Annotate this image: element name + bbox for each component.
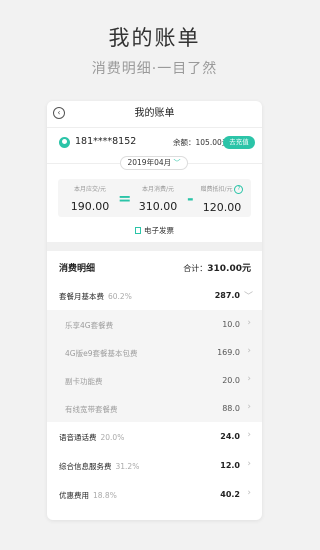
consumption-value: 310.00 bbox=[138, 200, 178, 213]
item-pct: 20.0% bbox=[100, 433, 125, 442]
deduction-block: 赠费抵扣/元 ? 120.00 bbox=[194, 184, 250, 214]
phone-number: 181****8152 bbox=[75, 136, 137, 147]
sub-item[interactable]: 有线宽带套餐费 88.0 › bbox=[47, 394, 262, 422]
back-circle-icon[interactable]: ‹ bbox=[53, 107, 65, 119]
item-name: 套餐月基本费 bbox=[59, 292, 104, 301]
hero-title: 我的账单 bbox=[108, 26, 201, 50]
sub-item-amount: 10.0 bbox=[222, 320, 240, 329]
month-label: 2019年04月 bbox=[127, 158, 172, 167]
chevron-right-icon: › bbox=[247, 402, 251, 412]
item-name: 语音通话费 bbox=[59, 433, 97, 442]
item-amount: 287.0 bbox=[214, 291, 240, 300]
help-icon[interactable]: ? bbox=[234, 185, 244, 194]
payable-label: 本月应交/元 bbox=[73, 186, 107, 193]
sub-item-amount: 169.0 bbox=[217, 348, 240, 357]
chevron-right-icon: › bbox=[247, 459, 251, 469]
chevron-down-icon: ﹀ bbox=[243, 292, 253, 302]
sub-item-name: 4G版e9套餐基本包费 bbox=[65, 349, 138, 358]
invoice-icon bbox=[135, 227, 141, 234]
detail-list: 套餐月基本费 60.2% 287.0 ﹀ 乐享4G套餐费 10.0 › 4G版e9… bbox=[47, 281, 262, 509]
chevron-right-icon: › bbox=[247, 430, 251, 440]
sub-item-amount: 88.0 bbox=[222, 404, 240, 413]
e-invoice-link[interactable]: 电子发票 bbox=[47, 225, 262, 236]
item-pct: 31.2% bbox=[115, 462, 140, 471]
page-title: 我的账单 bbox=[134, 108, 175, 119]
detail-total: 合计：310.00元 bbox=[183, 261, 251, 274]
month-selector[interactable]: 2019年04月 ﹀ bbox=[120, 156, 188, 170]
list-item-voice-fee[interactable]: 语音通话费 20.0% 24.0 › bbox=[47, 422, 262, 451]
detail-title: 消费明细 bbox=[59, 264, 96, 274]
balance-text: 余额：105.00元 bbox=[173, 138, 230, 147]
item-amount: 12.0 bbox=[220, 461, 240, 470]
list-item-package-fee[interactable]: 套餐月基本费 60.2% 287.0 ﹀ bbox=[47, 281, 262, 310]
sub-item[interactable]: 副卡功能费 20.0 › bbox=[47, 366, 262, 394]
item-amount: 24.0 bbox=[220, 432, 240, 441]
deduction-label: 赠费抵扣/元 bbox=[200, 186, 233, 193]
section-gap bbox=[47, 242, 262, 251]
sub-item[interactable]: 乐享4G套餐费 10.0 › bbox=[47, 310, 262, 338]
user-avatar-icon bbox=[59, 137, 70, 148]
sub-item[interactable]: 4G版e9套餐基本包费 169.0 › bbox=[47, 338, 262, 366]
item-name: 优惠费用 bbox=[59, 491, 89, 500]
recharge-button[interactable]: 去充值 bbox=[223, 136, 255, 149]
chevron-right-icon: › bbox=[247, 346, 251, 356]
sub-item-name: 有线宽带套餐费 bbox=[65, 405, 118, 414]
sub-item-amount: 20.0 bbox=[222, 376, 240, 385]
total-label: 合计： bbox=[183, 264, 208, 273]
item-amount: 40.2 bbox=[220, 490, 240, 499]
account-row: 181****8152 余额：105.00元 去充值 bbox=[47, 128, 262, 158]
chevron-down-icon: ﹀ bbox=[173, 159, 181, 167]
list-item-info-service-fee[interactable]: 综合信息服务费 31.2% 12.0 › bbox=[47, 451, 262, 480]
list-item-discount[interactable]: 优惠费用 18.8% 40.2 › bbox=[47, 480, 262, 509]
sub-item-name: 乐享4G套餐费 bbox=[65, 321, 114, 330]
minus-sign: - bbox=[187, 189, 194, 208]
chevron-right-icon: › bbox=[247, 318, 251, 328]
invoice-label: 电子发票 bbox=[144, 226, 174, 235]
detail-header: 消费明细 合计：310.00元 bbox=[47, 251, 262, 281]
item-name: 综合信息服务费 bbox=[59, 462, 112, 471]
payable-block: 本月应交/元 190.00 bbox=[62, 184, 118, 213]
sub-item-name: 副卡功能费 bbox=[65, 377, 103, 386]
bill-summary: 本月应交/元 190.00 = 本月消费/元 310.00 - 赠费抵扣/元 ?… bbox=[58, 179, 251, 217]
deduction-value: 120.00 bbox=[202, 201, 242, 214]
consumption-block: 本月消费/元 310.00 bbox=[130, 184, 186, 213]
total-value: 310.00元 bbox=[207, 264, 251, 274]
app-screen: ‹ 我的账单 181****8152 余额：105.00元 去充值 2019年0… bbox=[47, 101, 262, 520]
consumption-label: 本月消费/元 bbox=[141, 186, 175, 193]
hero-subtitle: 消费明细·一目了然 bbox=[91, 61, 218, 77]
payable-value: 190.00 bbox=[70, 200, 110, 213]
item-pct: 18.8% bbox=[93, 491, 117, 500]
item-pct: 60.2% bbox=[108, 292, 132, 301]
chevron-right-icon: › bbox=[247, 374, 251, 384]
app-header: ‹ 我的账单 bbox=[47, 101, 262, 128]
chevron-right-icon: › bbox=[247, 488, 251, 498]
